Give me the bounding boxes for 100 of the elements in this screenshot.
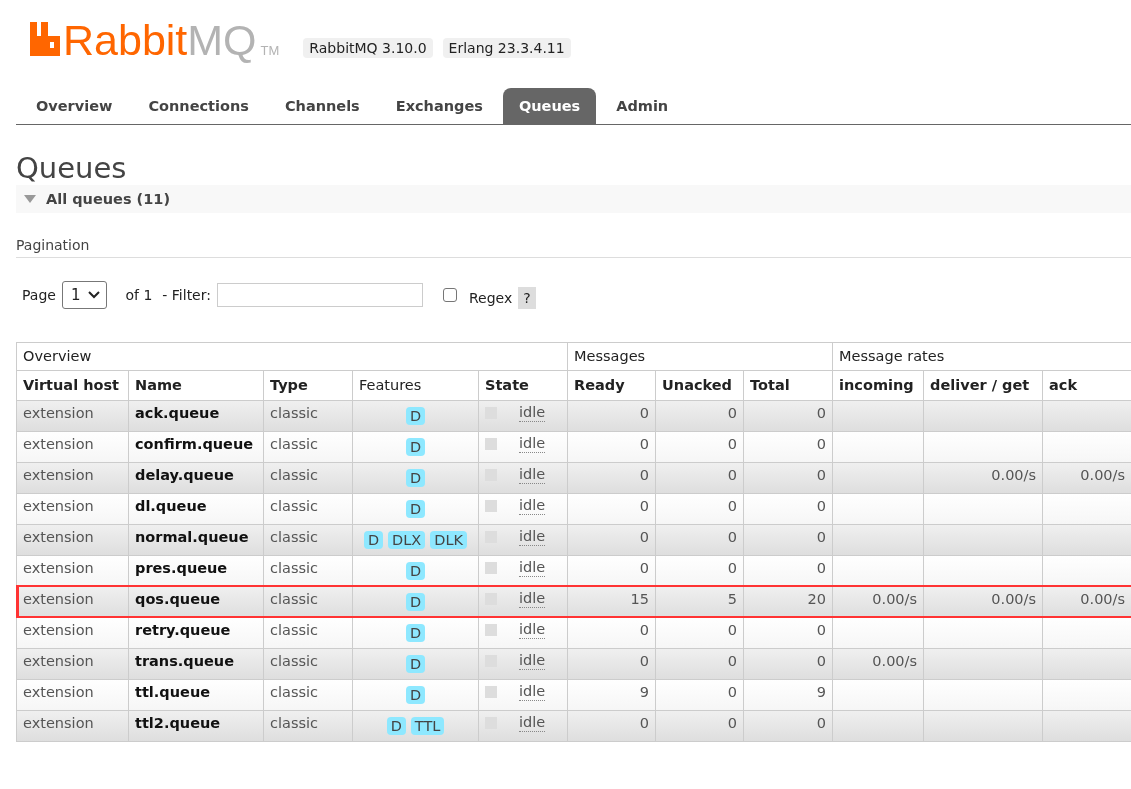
column-header: Ready	[567, 370, 656, 401]
table-cell: 0	[567, 431, 656, 463]
feature-tag: D	[405, 561, 426, 580]
table-cell: 0	[655, 400, 744, 432]
logo-icon	[30, 22, 60, 56]
state-label: idle	[519, 466, 546, 484]
table-cell: 0	[743, 648, 833, 680]
table-cell: 0	[567, 710, 656, 742]
nav-tab[interactable]: Exchanges	[379, 88, 499, 124]
table-cell: extension	[16, 648, 129, 680]
pagination-heading: Pagination	[16, 236, 1131, 258]
table-cell: 0	[743, 400, 833, 432]
column-group-header: Messages	[567, 342, 833, 371]
table-cell: extension	[16, 431, 129, 463]
queue-name-link[interactable]: trans.queue	[128, 648, 264, 680]
version-badge: RabbitMQ 3.10.0	[303, 38, 433, 58]
table-cell: 0	[655, 462, 744, 494]
table-cell: 0	[743, 462, 833, 494]
rate-value: 0.00/s	[1080, 466, 1126, 483]
state-label: idle	[519, 652, 546, 670]
column-header: Type	[263, 370, 353, 401]
version-badge: Erlang 23.3.4.11	[442, 38, 571, 58]
table-cell: 0	[567, 400, 656, 432]
table-cell: classic	[263, 431, 353, 463]
feature-tag: DLX	[388, 530, 426, 549]
caret-icon	[88, 290, 101, 299]
feature-tag: D	[405, 623, 426, 642]
queue-name-link[interactable]: retry.queue	[128, 617, 264, 649]
table-cell: 0	[567, 524, 656, 556]
column-header: deliver / get	[923, 370, 1043, 401]
table-cell: 0	[743, 493, 833, 525]
table-cell: extension	[16, 617, 129, 649]
table-cell: 0	[655, 524, 744, 556]
queue-name-link[interactable]: ttl.queue	[128, 679, 264, 711]
column-header: Total	[743, 370, 833, 401]
feature-tag: D	[405, 468, 426, 487]
table-cell: 9	[567, 679, 656, 711]
table-cell: 9	[743, 679, 833, 711]
column-group-header: Overview	[16, 342, 568, 371]
table-cell: 0	[655, 493, 744, 525]
table-cell: 0	[655, 710, 744, 742]
table-cell: 0	[655, 679, 744, 711]
state-icon	[485, 561, 497, 574]
state-label: idle	[519, 559, 546, 577]
state-label: idle	[519, 497, 546, 515]
column-header: Name	[128, 370, 264, 401]
table-cell: extension	[16, 586, 129, 618]
feature-tag: D	[405, 437, 426, 456]
feature-tag: D	[363, 530, 384, 549]
logo-wordmark: RabbitMQ TM	[63, 19, 280, 62]
page-select[interactable]: 1	[61, 280, 108, 309]
rate-value: 0.00/s	[872, 652, 918, 669]
filter-field[interactable]	[216, 282, 423, 307]
page-title: Queues	[16, 153, 128, 185]
feature-tag: D	[386, 716, 406, 735]
table-cell: extension	[16, 679, 129, 711]
queue-name-link[interactable]: dl.queue	[128, 493, 264, 525]
nav-tab[interactable]: Overview	[20, 88, 129, 124]
table-cell: classic	[263, 493, 353, 525]
rate-value: 0.00/s	[872, 590, 918, 607]
rate-value: 0.00/s	[1080, 590, 1126, 607]
state-icon	[485, 685, 497, 698]
state-icon	[485, 499, 497, 512]
feature-tag: D	[405, 592, 426, 611]
state-label: idle	[519, 528, 546, 546]
column-header: Unacked	[655, 370, 744, 401]
column-header: State	[478, 370, 568, 401]
state-icon	[485, 623, 497, 636]
help-button[interactable]: ?	[518, 286, 536, 309]
table-cell: classic	[263, 617, 353, 649]
feature-tag: D	[405, 499, 426, 518]
table-cell: extension	[16, 710, 129, 742]
column-group-header: Message rates	[832, 342, 1131, 371]
queue-name-link[interactable]: ack.queue	[128, 400, 264, 432]
nav-tab[interactable]: Admin	[600, 88, 685, 124]
nav-tab[interactable]: Channels	[268, 88, 376, 124]
table-cell: classic	[263, 524, 353, 556]
nav-tab[interactable]: Queues	[502, 88, 597, 124]
state-label: idle	[519, 714, 546, 732]
state-label: idle	[519, 435, 546, 453]
queue-name-link[interactable]: ttl2.queue	[128, 710, 264, 742]
table-cell: classic	[263, 679, 353, 711]
nav-tab[interactable]: Connections	[132, 88, 265, 124]
table-cell: 0	[743, 431, 833, 463]
table-cell: 0	[567, 493, 656, 525]
column-header: Features	[352, 370, 479, 401]
section-toggle[interactable]: All queues (11)	[16, 184, 1131, 213]
regex-checkbox[interactable]	[442, 287, 457, 302]
table-cell: extension	[16, 524, 129, 556]
table-cell: extension	[16, 493, 129, 525]
queue-name-link[interactable]: delay.queue	[128, 462, 264, 494]
regex-label: Regex	[468, 289, 513, 306]
queue-name-link[interactable]: confirm.queue	[128, 431, 264, 463]
table-cell: 0	[567, 648, 656, 680]
table-cell: 0	[743, 617, 833, 649]
feature-tag: D	[405, 654, 426, 673]
state-icon	[485, 437, 497, 450]
state-label: idle	[519, 683, 546, 701]
table-cell: classic	[263, 710, 353, 742]
queue-name-link[interactable]: normal.queue	[128, 524, 264, 556]
